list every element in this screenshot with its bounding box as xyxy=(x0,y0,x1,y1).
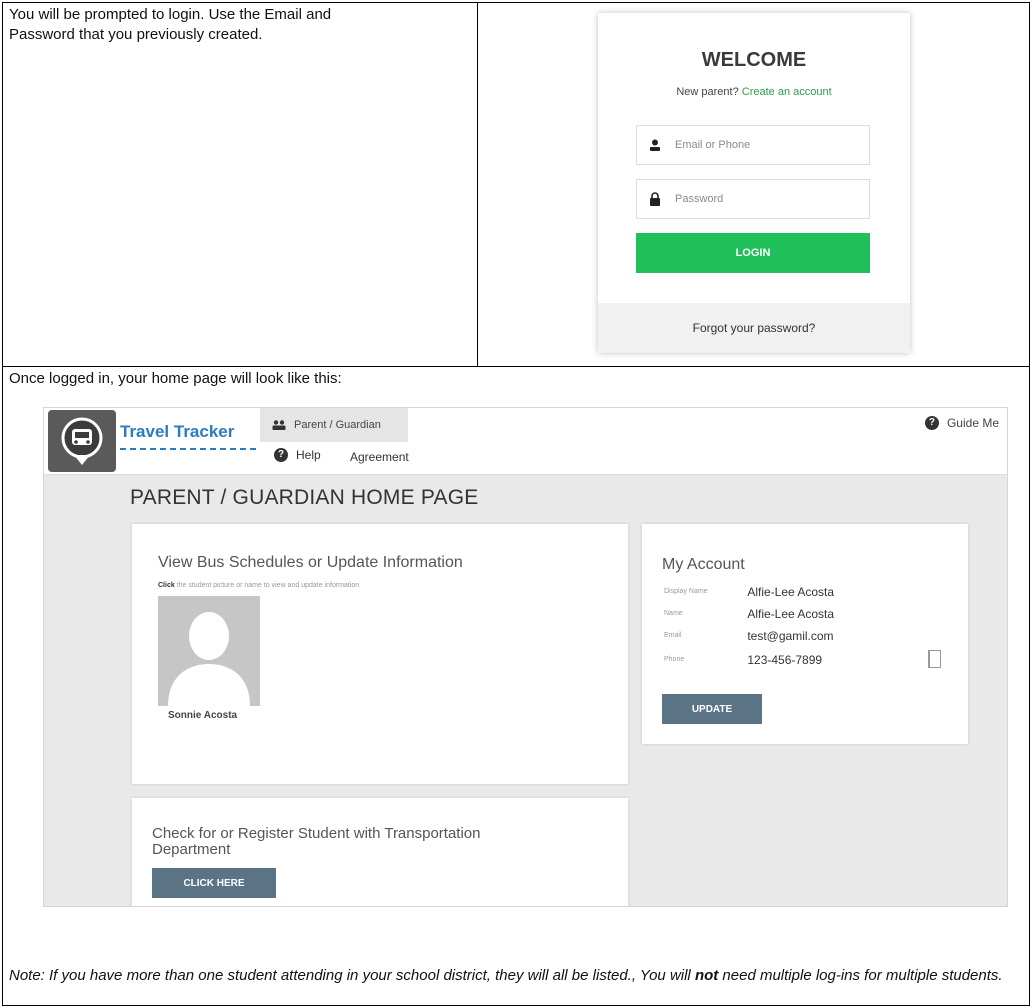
new-parent-label: New parent? xyxy=(676,86,739,98)
login-screenshot-cell: WELCOME New parent? Create an account Em… xyxy=(478,3,1029,367)
app-header: Travel Tracker Parent / Guardian ? Help … xyxy=(44,408,1007,475)
nav-agreement[interactable]: Agreement xyxy=(350,450,409,464)
app-screenshot: Travel Tracker Parent / Guardian ? Help … xyxy=(43,407,1008,907)
account-value: test@gamil.com xyxy=(747,628,834,643)
account-row-phone: Phone 123-456-7899 xyxy=(664,652,822,667)
note-text: Note: If you have more than one student … xyxy=(9,966,1019,986)
click-hint-text: the student picture or name to view and … xyxy=(176,582,360,589)
schedules-panel: View Bus Schedules or Update Information… xyxy=(132,524,628,784)
email-field[interactable]: Email or Phone xyxy=(636,125,870,165)
logo-underline xyxy=(120,448,256,456)
account-value: Alfie-Lee Acosta xyxy=(747,606,835,621)
app-logo xyxy=(48,410,116,472)
account-label: Phone xyxy=(664,656,685,664)
email-placeholder: Email or Phone xyxy=(675,139,751,151)
welcome-title: WELCOME xyxy=(701,49,807,71)
document-table: You will be prompted to login. Use the E… xyxy=(2,2,1030,1006)
homepage-cell: Once logged in, your home page will look… xyxy=(3,367,1029,1005)
register-panel: Check for or Register Student with Trans… xyxy=(132,798,628,906)
page-title: PARENT / GUARDIAN HOME PAGE xyxy=(130,486,479,509)
update-button[interactable]: UPDATE xyxy=(662,694,762,724)
account-label: Email xyxy=(664,632,682,640)
note-bold: not xyxy=(694,967,719,984)
note-post: need multiple log-ins for multiple stude… xyxy=(718,967,1003,984)
guide-me-button[interactable]: ? Guide Me xyxy=(924,416,999,430)
register-title: Check for or Register Student with Trans… xyxy=(152,825,481,858)
new-parent-text: New parent? Create an account xyxy=(598,86,910,98)
forgot-password-link[interactable]: Forgot your password? xyxy=(598,303,910,353)
note-pre: Note: If you have more than one student … xyxy=(9,967,695,984)
account-row-email: Email test@gamil.com xyxy=(664,628,834,643)
users-icon xyxy=(272,420,286,430)
account-value: 123-456-7899 xyxy=(747,652,823,667)
logged-in-text: Once logged in, your home page will look… xyxy=(9,370,342,387)
schedules-title: View Bus Schedules or Update Information xyxy=(158,554,463,571)
click-hint: Click the student picture or name to vie… xyxy=(158,582,359,589)
intro-line-2: Password that you previously created. xyxy=(9,26,263,43)
account-label: Name xyxy=(664,610,683,618)
account-title: My Account xyxy=(662,556,745,573)
bus-logo-icon xyxy=(61,417,103,465)
click-here-button[interactable]: CLICK HERE xyxy=(152,868,276,898)
question-icon: ? xyxy=(924,416,939,430)
instruction-cell: You will be prompted to login. Use the E… xyxy=(3,3,478,367)
nav-help-label: Help xyxy=(296,448,321,462)
login-card: WELCOME New parent? Create an account Em… xyxy=(598,13,910,353)
help-icon: ? xyxy=(274,448,288,462)
login-button[interactable]: LOGIN xyxy=(636,233,870,273)
password-field[interactable]: Password xyxy=(636,179,870,219)
logout-icon[interactable] xyxy=(928,650,941,668)
account-label: Display Name xyxy=(664,588,708,596)
user-icon xyxy=(650,139,660,151)
person-silhouette-icon xyxy=(168,612,250,706)
click-hint-bold: Click xyxy=(158,582,175,589)
nav-help[interactable]: ? Help xyxy=(274,448,321,462)
logo-text: Travel Tracker xyxy=(120,422,235,441)
account-value: Alfie-Lee Acosta xyxy=(747,584,835,599)
tab-parent-label: Parent / Guardian xyxy=(294,419,381,431)
password-placeholder: Password xyxy=(675,193,724,205)
lock-icon xyxy=(650,192,660,206)
student-photo[interactable] xyxy=(158,596,260,706)
student-name[interactable]: Sonnie Acosta xyxy=(168,710,237,721)
account-panel: My Account Display Name Alfie-Lee Acosta… xyxy=(642,524,968,744)
account-row-display-name: Display Name Alfie-Lee Acosta xyxy=(664,584,834,599)
tab-parent-guardian[interactable]: Parent / Guardian xyxy=(260,408,408,442)
intro-line-1: You will be prompted to login. Use the E… xyxy=(9,6,332,23)
guide-me-label: Guide Me xyxy=(946,416,999,430)
account-row-name: Name Alfie-Lee Acosta xyxy=(664,606,834,621)
create-account-link[interactable]: Create an account xyxy=(742,86,832,98)
